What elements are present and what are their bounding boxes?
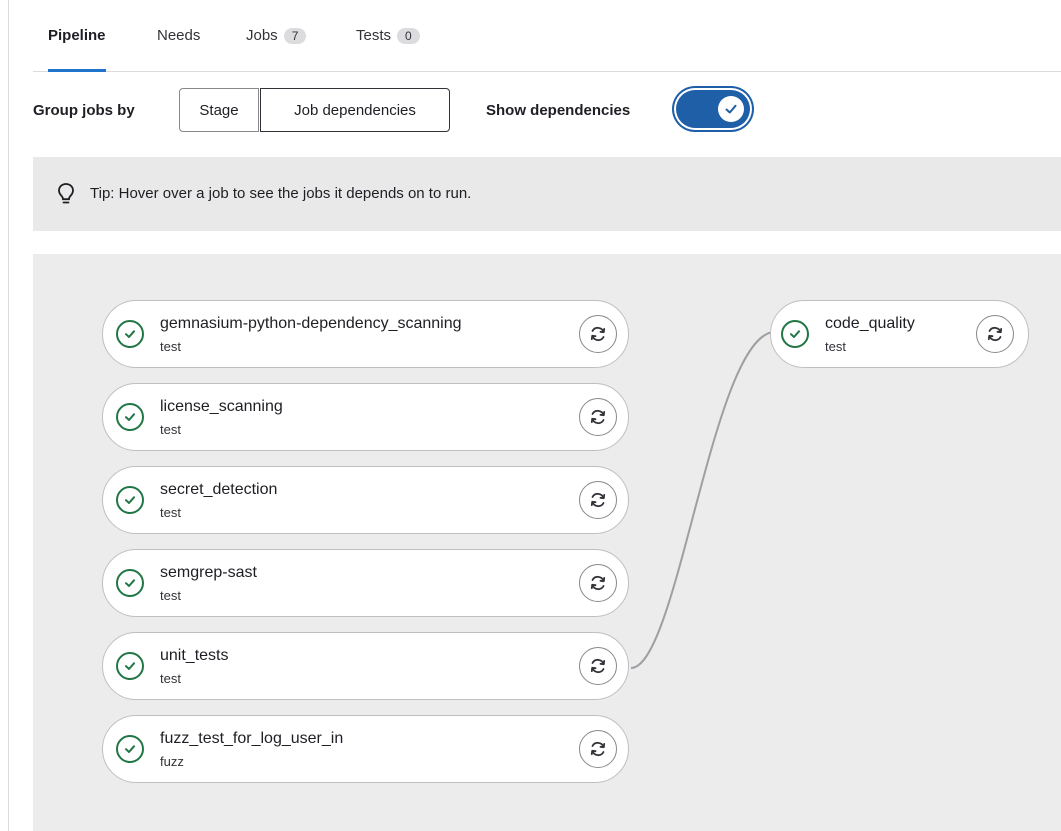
- job-name: secret_detection: [160, 481, 278, 498]
- tab-pipeline[interactable]: Pipeline: [48, 0, 106, 72]
- group-by-stage-button[interactable]: Stage: [179, 88, 259, 132]
- job-name: fuzz_test_for_log_user_in: [160, 730, 344, 747]
- job-stage: test: [160, 339, 181, 354]
- lightbulb-icon: [58, 183, 74, 204]
- job-gemnasium-python-dependency-scanning[interactable]: gemnasium-python-dependency_scanning tes…: [102, 300, 629, 368]
- tab-tests[interactable]: Tests 0: [356, 0, 420, 71]
- job-license-scanning[interactable]: license_scanning test: [102, 383, 629, 451]
- tab-needs-label: Needs: [157, 27, 201, 44]
- left-border: [8, 0, 9, 831]
- retry-icon[interactable]: [976, 315, 1014, 353]
- job-name: license_scanning: [160, 398, 283, 415]
- retry-icon[interactable]: [579, 647, 617, 685]
- retry-icon[interactable]: [579, 481, 617, 519]
- tests-count-badge: 0: [397, 27, 420, 44]
- retry-icon[interactable]: [579, 564, 617, 602]
- show-dependencies-toggle[interactable]: [676, 90, 750, 128]
- dependency-link-unit-tests-code-quality: [630, 331, 776, 669]
- tab-needs[interactable]: Needs: [157, 0, 200, 71]
- status-success-icon: [116, 320, 144, 348]
- job-stage: test: [160, 671, 181, 686]
- tab-jobs[interactable]: Jobs 7: [246, 0, 307, 71]
- job-stage: test: [160, 505, 181, 520]
- tab-tests-label: Tests: [356, 27, 392, 44]
- status-success-icon: [781, 320, 809, 348]
- pipeline-tabs: Pipeline Needs Jobs 7 Tests 0: [33, 0, 1061, 72]
- job-stage: test: [160, 588, 181, 603]
- retry-icon[interactable]: [579, 730, 617, 768]
- job-secret-detection[interactable]: secret_detection test: [102, 466, 629, 534]
- job-name: gemnasium-python-dependency_scanning: [160, 315, 462, 332]
- status-success-icon: [116, 486, 144, 514]
- tip-text: Tip: Hover over a job to see the jobs it…: [90, 185, 472, 202]
- check-icon: [725, 104, 737, 114]
- job-name: code_quality: [825, 315, 915, 332]
- pipeline-graph: gemnasium-python-dependency_scanning tes…: [33, 254, 1061, 831]
- status-success-icon: [116, 403, 144, 431]
- job-stage: fuzz: [160, 754, 184, 769]
- job-semgrep-sast[interactable]: semgrep-sast test: [102, 549, 629, 617]
- job-fuzz-test-for-log-user-in[interactable]: fuzz_test_for_log_user_in fuzz: [102, 715, 629, 783]
- tip-banner: Tip: Hover over a job to see the jobs it…: [33, 157, 1061, 231]
- jobs-count-badge: 7: [283, 27, 307, 44]
- job-unit-tests[interactable]: unit_tests test: [102, 632, 629, 700]
- graph-toolbar: Group jobs by Stage Job dependencies Sho…: [33, 88, 1061, 134]
- status-success-icon: [116, 569, 144, 597]
- retry-icon[interactable]: [579, 315, 617, 353]
- group-by-job-dependencies-button[interactable]: Job dependencies: [260, 88, 450, 132]
- status-success-icon: [116, 652, 144, 680]
- group-jobs-label: Group jobs by: [33, 102, 135, 119]
- show-dependencies-label: Show dependencies: [486, 102, 631, 119]
- status-success-icon: [116, 735, 144, 763]
- retry-icon[interactable]: [579, 398, 617, 436]
- job-code-quality[interactable]: code_quality test: [770, 300, 1029, 368]
- tab-jobs-label: Jobs: [246, 27, 278, 44]
- job-stage: test: [160, 422, 181, 437]
- job-stage: test: [825, 339, 846, 354]
- job-name: unit_tests: [160, 647, 229, 664]
- toggle-knob: [718, 96, 744, 122]
- job-name: semgrep-sast: [160, 564, 257, 581]
- tab-pipeline-label: Pipeline: [48, 27, 106, 44]
